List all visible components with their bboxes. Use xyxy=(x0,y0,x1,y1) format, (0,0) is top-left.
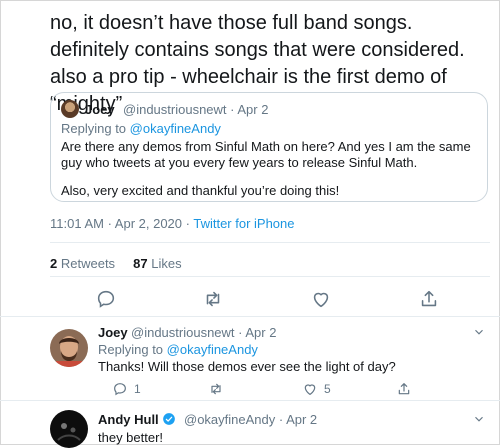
quoted-tweet-body: Are there any demos from Sinful Math on … xyxy=(61,139,476,211)
mention-link[interactable]: @okayfineAndy xyxy=(167,342,258,357)
author-name[interactable]: Joey xyxy=(85,102,115,117)
avatar[interactable] xyxy=(50,329,88,367)
like-button[interactable] xyxy=(310,288,332,310)
mention-link[interactable]: @okayfineAndy xyxy=(130,121,221,136)
heart-icon xyxy=(313,292,329,308)
author-name[interactable]: Joey xyxy=(98,325,128,340)
reply-text: they better! xyxy=(98,430,164,445)
tweet-meta: 11:01 AM · Apr 2, 2020 · Twitter for iPh… xyxy=(50,216,295,231)
author-handle: @industriousnewt · Apr 2 xyxy=(123,102,269,117)
share-icon xyxy=(421,290,437,307)
chevron-down-icon[interactable] xyxy=(472,325,486,339)
reply-text: Thanks! Will those demos ever see the li… xyxy=(98,359,396,374)
retweet-icon xyxy=(211,383,221,395)
author-handle: @industriousnewt · Apr 2 xyxy=(131,325,277,340)
quoted-paragraph: Are there any demos from Sinful Math on … xyxy=(61,139,471,170)
like-count: 87 xyxy=(133,256,148,271)
likes-stat[interactable]: 87 Likes xyxy=(133,256,181,271)
avatar-image xyxy=(50,329,88,367)
avatar[interactable] xyxy=(61,100,79,118)
author-name-text: Andy Hull xyxy=(98,412,159,427)
reply-button[interactable] xyxy=(95,288,117,310)
divider xyxy=(50,242,490,243)
like-button[interactable]: 5 xyxy=(302,381,331,397)
replying-to-label: Replying to xyxy=(61,121,127,136)
replying-to-line: Replying to @okayfineAndy xyxy=(61,121,221,136)
source-link[interactable]: Twitter for iPhone xyxy=(193,216,294,231)
timestamp-link[interactable]: 11:01 AM · Apr 2, 2020 xyxy=(50,216,182,231)
retweets-stat[interactable]: 2 Retweets xyxy=(50,256,115,271)
retweet-button[interactable] xyxy=(208,381,224,397)
replying-to-line: Replying to @okayfineAndy xyxy=(98,342,258,357)
reply-button[interactable]: 1 xyxy=(112,381,141,397)
reply-tweet[interactable]: Joey @industriousnewt · Apr 2 Replying t… xyxy=(50,325,490,397)
heart-icon xyxy=(304,384,316,395)
share-button[interactable] xyxy=(396,381,412,397)
reply-tweet[interactable]: Andy Hull @okayfineAndy · Apr 2 they bet… xyxy=(50,410,490,448)
replying-to-label: Replying to xyxy=(98,342,164,357)
quoted-tweet[interactable]: Joey @industriousnewt · Apr 2 Replying t… xyxy=(50,92,488,202)
avatar[interactable] xyxy=(50,410,88,448)
reply-count: 1 xyxy=(134,382,141,396)
like-count: 5 xyxy=(324,382,331,396)
quoted-paragraph: Also, very excited and thankful you’re d… xyxy=(61,183,340,198)
reply-icon xyxy=(114,383,126,396)
divider xyxy=(50,276,490,277)
author-name[interactable]: Andy Hull xyxy=(98,412,176,427)
tweet-stats: 2 Retweets 87 Likes xyxy=(50,256,182,271)
share-icon xyxy=(398,383,410,395)
retweet-button[interactable] xyxy=(202,288,224,310)
verified-badge-icon xyxy=(163,413,176,425)
retweets-label: Retweets xyxy=(60,256,116,271)
likes-label: Likes xyxy=(151,256,182,271)
meta-separator: · xyxy=(182,216,194,231)
avatar-image xyxy=(50,410,88,448)
author-handle: @okayfineAndy · Apr 2 xyxy=(184,412,318,427)
tweet-actions xyxy=(50,288,490,310)
retweet-icon xyxy=(206,291,220,307)
reply-icon xyxy=(97,290,115,308)
retweet-count: 2 xyxy=(50,256,58,271)
share-button[interactable] xyxy=(418,288,440,310)
chevron-down-icon[interactable] xyxy=(472,412,486,426)
divider xyxy=(0,316,500,317)
divider xyxy=(0,400,500,401)
